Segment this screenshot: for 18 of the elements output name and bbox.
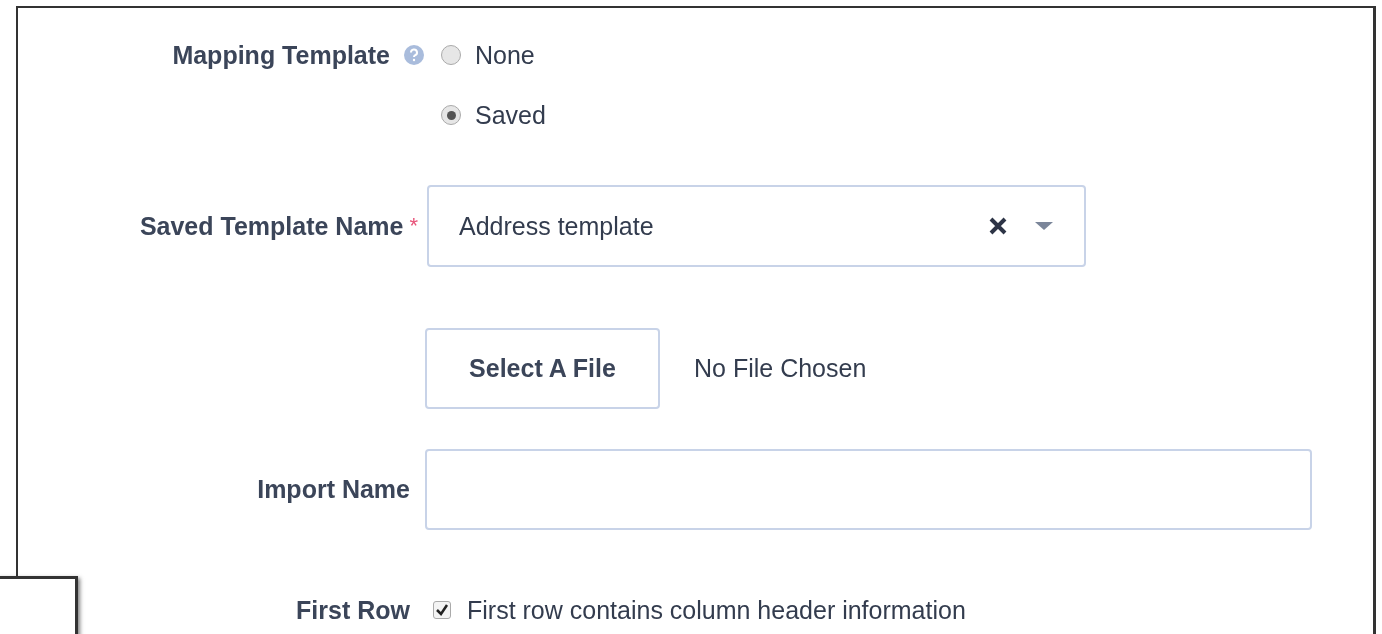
checkbox-label[interactable]: First row contains column header information bbox=[467, 595, 966, 625]
field-label: Mapping Template bbox=[172, 40, 390, 70]
field-label: Saved Template Name bbox=[139, 211, 404, 241]
radio-label[interactable]: Saved bbox=[475, 100, 546, 130]
radio-label[interactable]: None bbox=[475, 40, 535, 70]
checkbox[interactable] bbox=[433, 601, 451, 619]
input-field[interactable] bbox=[425, 449, 1312, 530]
file-status-text: No File Chosen bbox=[694, 354, 867, 383]
required-mark: * bbox=[409, 213, 418, 239]
field-label: First Row bbox=[296, 595, 410, 625]
select-file-button[interactable]: Select A File bbox=[425, 328, 660, 409]
radio-button[interactable] bbox=[441, 105, 461, 125]
caret-icon[interactable] bbox=[1034, 221, 1054, 231]
clear-icon[interactable] bbox=[988, 216, 1008, 236]
help-icon[interactable] bbox=[404, 45, 424, 65]
radio-button[interactable] bbox=[441, 45, 461, 65]
template-select[interactable]: Address template bbox=[427, 185, 1086, 267]
field-label: Import Name bbox=[257, 475, 410, 504]
